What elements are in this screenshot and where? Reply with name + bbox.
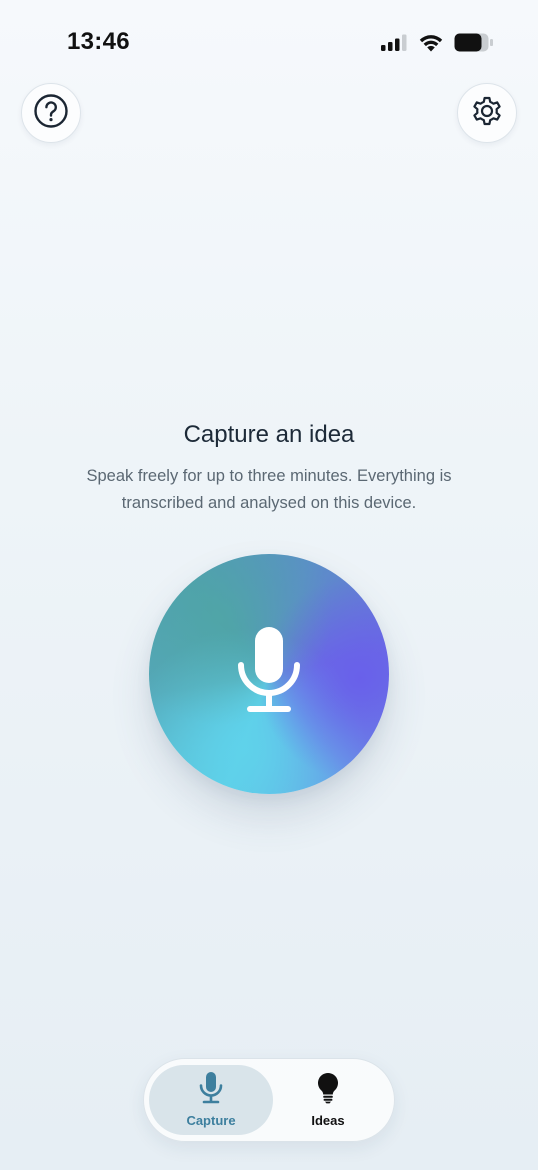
help-button[interactable] (21, 83, 81, 143)
tab-capture-label: Capture (186, 1113, 236, 1128)
page-subtitle: Speak freely for up to three minutes. Ev… (86, 467, 452, 512)
status-bar: 13:46 (0, 0, 538, 80)
gear-icon (469, 93, 505, 134)
status-icons (381, 33, 494, 52)
battery-icon (454, 33, 494, 52)
tab-ideas-label: Ideas (311, 1113, 345, 1128)
page-title: Capture an idea (183, 421, 355, 448)
microphone-icon (237, 626, 301, 722)
cellular-signal-icon (381, 34, 408, 51)
status-time: 13:46 (67, 28, 130, 55)
tab-ideas[interactable]: Ideas (266, 1065, 390, 1135)
question-mark-circle-icon (33, 93, 69, 134)
record-button[interactable] (149, 554, 389, 794)
settings-button[interactable] (457, 83, 517, 143)
capture-intro: Capture an idea Speak freely for up to t… (0, 415, 538, 517)
tab-bar: Capture Ideas (143, 1058, 395, 1142)
tab-capture[interactable]: Capture (149, 1065, 273, 1135)
microphone-icon (199, 1072, 223, 1109)
wifi-icon (418, 33, 444, 52)
lightbulb-icon (316, 1072, 340, 1109)
